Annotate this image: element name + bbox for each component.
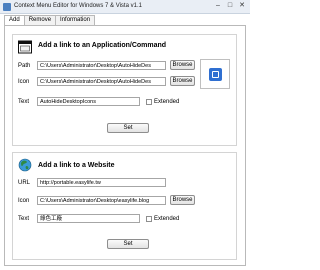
website-icon-label: Icon xyxy=(18,198,30,204)
title-bar: Context Menu Editor for Windows 7 & Vist… xyxy=(0,0,250,14)
icon-browse-button[interactable]: Browse xyxy=(170,76,195,86)
maximize-button[interactable]: □ xyxy=(226,2,234,10)
set-application-button[interactable]: Set xyxy=(107,123,149,133)
text-label: Text xyxy=(18,99,30,105)
url-label: URL xyxy=(18,180,31,186)
url-field[interactable]: http://portable.easylife.tw xyxy=(37,178,166,187)
text-field[interactable]: AutoHideDesktopIcons xyxy=(37,97,140,106)
window-title: Context Menu Editor for Windows 7 & Vist… xyxy=(14,3,142,9)
application-section-title: Add a link to an Application/Command xyxy=(38,42,167,49)
window-controls: – □ ✕ xyxy=(214,2,246,10)
extended-checkbox[interactable] xyxy=(146,99,152,105)
website-icon-field[interactable]: C:\Users\Administrator\Desktop\easylife.… xyxy=(37,196,166,205)
application-window-icon xyxy=(18,40,32,54)
preview-app-icon xyxy=(209,68,222,81)
tab-strip: Add Remove Information xyxy=(4,15,96,26)
extended-label: Extended xyxy=(154,99,180,105)
close-button[interactable]: ✕ xyxy=(238,2,246,10)
website-section-title: Add a link to a Website xyxy=(38,162,115,169)
website-text-field[interactable]: 綠色工廠 xyxy=(37,214,140,223)
icon-label: Icon xyxy=(18,79,30,85)
icon-field[interactable]: C:\Users\Administrator\Desktop\AutoHideD… xyxy=(37,77,166,86)
website-text-label: Text xyxy=(18,216,30,222)
website-icon-browse-button[interactable]: Browse xyxy=(170,195,195,205)
path-field[interactable]: C:\Users\Administrator\Desktop\AutoHideD… xyxy=(37,61,166,70)
website-extended-label: Extended xyxy=(154,216,180,222)
minimize-button[interactable]: – xyxy=(214,2,222,10)
set-website-button[interactable]: Set xyxy=(107,239,149,249)
tab-information[interactable]: Information xyxy=(55,15,96,25)
icon-preview xyxy=(200,59,230,89)
path-browse-button[interactable]: Browse xyxy=(170,60,195,70)
tab-remove[interactable]: Remove xyxy=(23,15,57,25)
path-label: Path xyxy=(18,63,31,69)
globe-icon xyxy=(18,158,32,172)
app-window-icon xyxy=(3,3,11,11)
website-extended-checkbox[interactable] xyxy=(146,216,152,222)
